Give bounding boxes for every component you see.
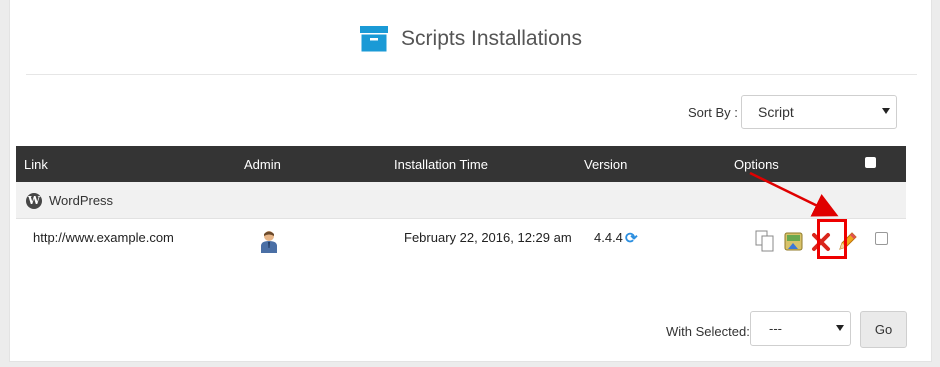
column-options: Options (734, 157, 779, 172)
table-row: http://www.example.com February 22, 2016… (16, 219, 906, 263)
script-group-name: WordPress (49, 193, 114, 208)
chevron-down-icon (836, 325, 844, 331)
sort-by-select[interactable]: Script (741, 95, 897, 129)
column-installation-time: Installation Time (394, 157, 488, 172)
backup-icon[interactable] (783, 229, 805, 253)
wordpress-logo-icon: W (26, 193, 42, 209)
upgrade-refresh-icon[interactable]: ⟳ (625, 229, 638, 247)
sort-by-label: Sort By : (688, 105, 738, 120)
title-divider (26, 74, 917, 75)
page-title: Scripts Installations (401, 27, 582, 50)
table-header: Link Admin Installation Time Version Opt… (16, 146, 906, 182)
page-header: Scripts Installations (10, 22, 931, 56)
with-selected-value: --- (769, 321, 782, 336)
go-button[interactable]: Go (860, 311, 907, 348)
column-version: Version (584, 157, 628, 172)
clone-icon[interactable] (754, 229, 776, 253)
sort-by-value: Script (758, 104, 794, 120)
chevron-down-icon (882, 108, 890, 114)
with-selected-label: With Selected: (666, 324, 750, 339)
installation-time: February 22, 2016, 12:29 am (404, 230, 572, 245)
script-group-row: W WordPress (16, 182, 906, 219)
admin-user-icon[interactable] (260, 229, 278, 253)
installation-version: 4.4.4 (594, 230, 623, 245)
installation-link[interactable]: http://www.example.com (33, 230, 174, 245)
with-selected-select[interactable]: --- (750, 311, 851, 346)
select-all-checkbox[interactable] (865, 157, 876, 168)
row-checkbox[interactable] (875, 232, 888, 245)
column-admin: Admin (244, 157, 281, 172)
archive-box-icon (359, 25, 389, 53)
column-link: Link (24, 157, 48, 172)
edit-highlight-box (817, 219, 847, 259)
